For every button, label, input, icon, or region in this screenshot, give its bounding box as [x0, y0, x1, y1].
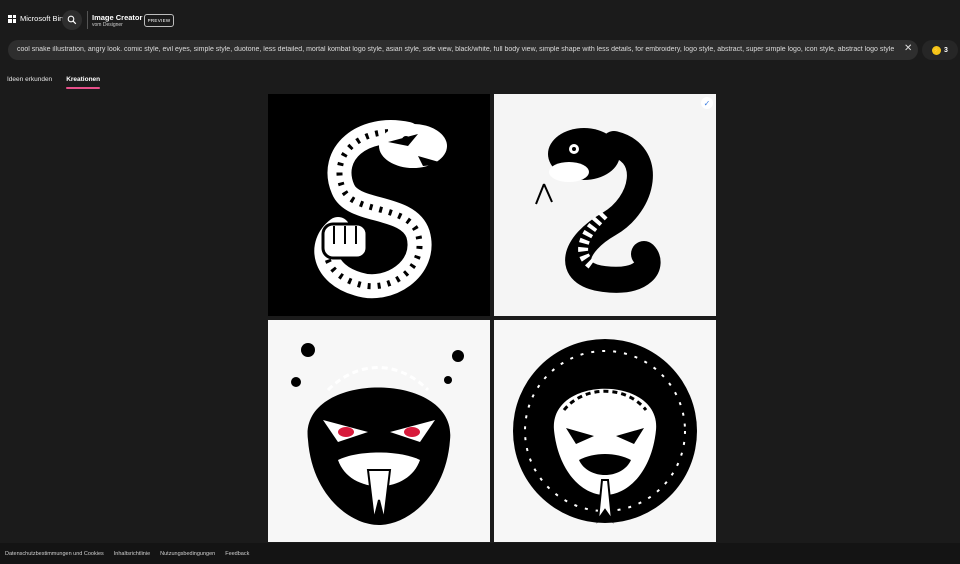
brand-name: Microsoft Bing	[20, 14, 68, 23]
header-divider	[87, 11, 88, 29]
coin-icon: ⚡	[932, 45, 942, 55]
footer-link-privacy[interactable]: Datenschutzbestimmungen und Cookies	[5, 551, 104, 557]
footer-link-terms[interactable]: Nutzungsbedingungen	[160, 551, 215, 557]
app-title-block: Image Creator vom Designer	[92, 13, 142, 29]
prompt-input[interactable]: cool snake illustration, angry look. com…	[8, 40, 918, 60]
bing-logo[interactable]: Microsoft Bing	[8, 14, 68, 23]
footer-bar: Datenschutzbestimmungen und Cookies Inha…	[0, 543, 960, 564]
tab-bar: Ideen erkunden Kreationen	[7, 76, 100, 89]
microsoft-logo-icon	[8, 14, 16, 23]
tab-kreationen[interactable]: Kreationen	[66, 76, 100, 89]
credit-count: 3	[944, 46, 948, 54]
prompt-text[interactable]: cool snake illustration, angry look. com…	[17, 46, 901, 53]
result-image-2[interactable]: ✓	[494, 94, 716, 316]
search-icon	[67, 15, 77, 25]
preview-badge: PREVIEW	[144, 14, 174, 27]
close-icon[interactable]: ✕	[904, 43, 912, 54]
app-subtitle: vom Designer	[92, 22, 123, 28]
snake-face-red-eyes-image	[291, 343, 464, 525]
snake-round-badge-image	[513, 339, 697, 524]
result-image-4[interactable]	[494, 320, 716, 542]
search-button[interactable]	[62, 10, 82, 30]
result-image-1[interactable]	[268, 94, 490, 316]
footer-link-feedback[interactable]: Feedback	[225, 551, 249, 557]
tab-ideen-erkunden[interactable]: Ideen erkunden	[7, 76, 52, 89]
top-header: Microsoft Bing Image Creator vom Designe…	[0, 0, 960, 40]
boost-credits[interactable]: ⚡ 3	[922, 40, 958, 60]
result-image-3[interactable]	[268, 320, 490, 542]
cobra-raised-image	[535, 128, 661, 293]
footer-link-content-policy[interactable]: Inhaltsrichtlinie	[114, 551, 150, 557]
selected-check-icon[interactable]: ✓	[701, 97, 713, 109]
image-results-grid: ✓	[268, 94, 716, 542]
app-title: Image Creator	[92, 13, 143, 22]
snake-coiled-fist-image	[314, 120, 447, 299]
